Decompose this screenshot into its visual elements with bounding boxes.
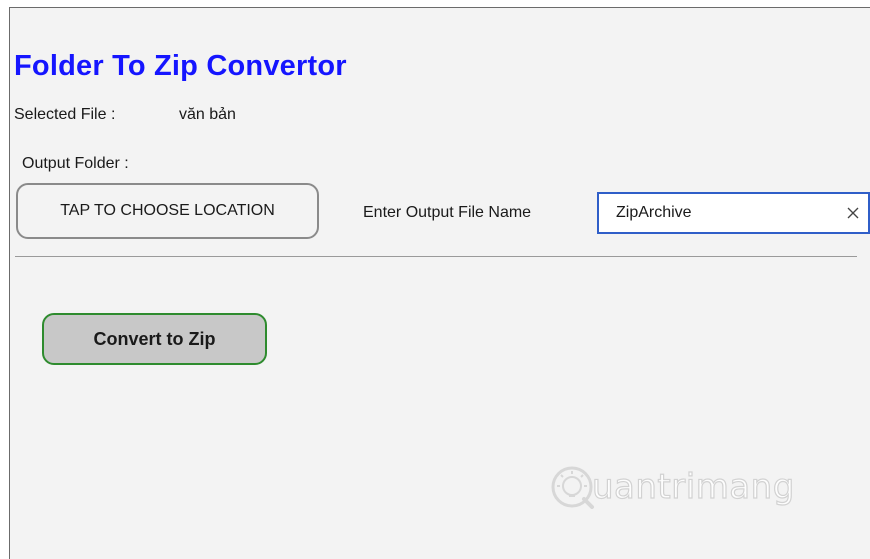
watermark-logo-icon bbox=[551, 466, 594, 509]
convert-to-zip-button[interactable]: Convert to Zip bbox=[42, 313, 267, 365]
choose-location-button[interactable]: TAP TO CHOOSE LOCATION bbox=[16, 183, 319, 239]
app-window: Folder To Zip Convertor Selected File : … bbox=[9, 7, 870, 559]
output-folder-label: Output Folder : bbox=[22, 155, 129, 172]
selected-file-value: văn bản bbox=[179, 106, 236, 123]
output-file-name-field[interactable] bbox=[597, 192, 870, 234]
section-divider bbox=[15, 256, 857, 257]
output-file-name-label: Enter Output File Name bbox=[363, 204, 532, 221]
output-file-name-input[interactable] bbox=[599, 194, 836, 232]
watermark: uantrimang bbox=[548, 463, 795, 511]
watermark-text: uantrimang bbox=[591, 466, 795, 507]
clear-icon[interactable] bbox=[846, 206, 860, 220]
selected-file-label: Selected File : bbox=[14, 106, 116, 123]
app-title: Folder To Zip Convertor bbox=[14, 50, 347, 82]
